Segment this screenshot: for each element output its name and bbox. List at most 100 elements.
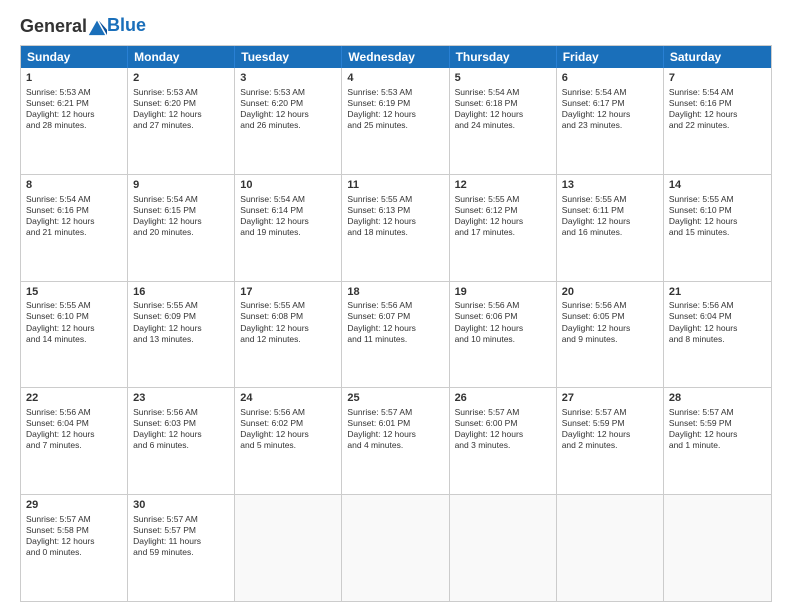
calendar-cell: 15Sunrise: 5:55 AM Sunset: 6:10 PM Dayli… [21, 282, 128, 388]
day-number: 5 [455, 71, 551, 86]
calendar-header-day: Wednesday [342, 46, 449, 68]
day-number: 4 [347, 71, 443, 86]
day-info: Sunrise: 5:53 AM Sunset: 6:20 PM Dayligh… [240, 87, 336, 131]
day-number: 25 [347, 391, 443, 406]
day-info: Sunrise: 5:55 AM Sunset: 6:13 PM Dayligh… [347, 194, 443, 238]
calendar-cell: 7Sunrise: 5:54 AM Sunset: 6:16 PM Daylig… [664, 68, 771, 174]
calendar-cell-empty [664, 495, 771, 601]
day-number: 27 [562, 391, 658, 406]
day-info: Sunrise: 5:56 AM Sunset: 6:07 PM Dayligh… [347, 300, 443, 344]
day-info: Sunrise: 5:56 AM Sunset: 6:02 PM Dayligh… [240, 407, 336, 451]
calendar-header-day: Tuesday [235, 46, 342, 68]
day-number: 14 [669, 178, 766, 193]
day-info: Sunrise: 5:57 AM Sunset: 5:59 PM Dayligh… [562, 407, 658, 451]
logo-text: GeneralBlue [20, 16, 146, 37]
day-info: Sunrise: 5:56 AM Sunset: 6:05 PM Dayligh… [562, 300, 658, 344]
header: GeneralBlue [20, 16, 772, 37]
day-info: Sunrise: 5:57 AM Sunset: 6:01 PM Dayligh… [347, 407, 443, 451]
day-info: Sunrise: 5:54 AM Sunset: 6:17 PM Dayligh… [562, 87, 658, 131]
calendar-cell: 14Sunrise: 5:55 AM Sunset: 6:10 PM Dayli… [664, 175, 771, 281]
calendar-cell: 30Sunrise: 5:57 AM Sunset: 5:57 PM Dayli… [128, 495, 235, 601]
day-info: Sunrise: 5:55 AM Sunset: 6:08 PM Dayligh… [240, 300, 336, 344]
day-info: Sunrise: 5:54 AM Sunset: 6:14 PM Dayligh… [240, 194, 336, 238]
calendar-cell: 25Sunrise: 5:57 AM Sunset: 6:01 PM Dayli… [342, 388, 449, 494]
calendar-row: 15Sunrise: 5:55 AM Sunset: 6:10 PM Dayli… [21, 282, 771, 389]
calendar-cell: 13Sunrise: 5:55 AM Sunset: 6:11 PM Dayli… [557, 175, 664, 281]
logo: GeneralBlue [20, 16, 146, 37]
calendar-cell: 27Sunrise: 5:57 AM Sunset: 5:59 PM Dayli… [557, 388, 664, 494]
day-number: 21 [669, 285, 766, 300]
day-number: 8 [26, 178, 122, 193]
calendar-cell: 21Sunrise: 5:56 AM Sunset: 6:04 PM Dayli… [664, 282, 771, 388]
calendar: SundayMondayTuesdayWednesdayThursdayFrid… [20, 45, 772, 602]
day-number: 2 [133, 71, 229, 86]
calendar-header-day: Friday [557, 46, 664, 68]
day-info: Sunrise: 5:57 AM Sunset: 5:58 PM Dayligh… [26, 514, 122, 558]
calendar-cell-empty [557, 495, 664, 601]
day-info: Sunrise: 5:53 AM Sunset: 6:20 PM Dayligh… [133, 87, 229, 131]
day-number: 22 [26, 391, 122, 406]
day-info: Sunrise: 5:56 AM Sunset: 6:06 PM Dayligh… [455, 300, 551, 344]
logo-blue: Blue [107, 15, 146, 35]
calendar-cell: 29Sunrise: 5:57 AM Sunset: 5:58 PM Dayli… [21, 495, 128, 601]
calendar-cell-empty [235, 495, 342, 601]
calendar-header: SundayMondayTuesdayWednesdayThursdayFrid… [21, 46, 771, 68]
day-number: 26 [455, 391, 551, 406]
calendar-header-day: Monday [128, 46, 235, 68]
day-info: Sunrise: 5:55 AM Sunset: 6:10 PM Dayligh… [669, 194, 766, 238]
calendar-cell: 6Sunrise: 5:54 AM Sunset: 6:17 PM Daylig… [557, 68, 664, 174]
day-number: 13 [562, 178, 658, 193]
day-number: 12 [455, 178, 551, 193]
day-info: Sunrise: 5:55 AM Sunset: 6:09 PM Dayligh… [133, 300, 229, 344]
calendar-row: 29Sunrise: 5:57 AM Sunset: 5:58 PM Dayli… [21, 495, 771, 601]
day-number: 24 [240, 391, 336, 406]
calendar-cell: 10Sunrise: 5:54 AM Sunset: 6:14 PM Dayli… [235, 175, 342, 281]
day-number: 18 [347, 285, 443, 300]
day-info: Sunrise: 5:53 AM Sunset: 6:19 PM Dayligh… [347, 87, 443, 131]
calendar-cell: 2Sunrise: 5:53 AM Sunset: 6:20 PM Daylig… [128, 68, 235, 174]
page: GeneralBlue SundayMondayTuesdayWednesday… [0, 0, 792, 612]
day-number: 10 [240, 178, 336, 193]
calendar-header-day: Saturday [664, 46, 771, 68]
day-info: Sunrise: 5:55 AM Sunset: 6:12 PM Dayligh… [455, 194, 551, 238]
logo-icon [87, 17, 107, 37]
day-number: 3 [240, 71, 336, 86]
day-number: 9 [133, 178, 229, 193]
calendar-header-day: Sunday [21, 46, 128, 68]
calendar-cell: 3Sunrise: 5:53 AM Sunset: 6:20 PM Daylig… [235, 68, 342, 174]
day-info: Sunrise: 5:57 AM Sunset: 6:00 PM Dayligh… [455, 407, 551, 451]
day-info: Sunrise: 5:53 AM Sunset: 6:21 PM Dayligh… [26, 87, 122, 131]
day-info: Sunrise: 5:54 AM Sunset: 6:16 PM Dayligh… [26, 194, 122, 238]
day-info: Sunrise: 5:55 AM Sunset: 6:10 PM Dayligh… [26, 300, 122, 344]
day-number: 1 [26, 71, 122, 86]
calendar-cell: 8Sunrise: 5:54 AM Sunset: 6:16 PM Daylig… [21, 175, 128, 281]
day-info: Sunrise: 5:54 AM Sunset: 6:16 PM Dayligh… [669, 87, 766, 131]
calendar-row: 1Sunrise: 5:53 AM Sunset: 6:21 PM Daylig… [21, 68, 771, 175]
day-number: 28 [669, 391, 766, 406]
calendar-cell: 18Sunrise: 5:56 AM Sunset: 6:07 PM Dayli… [342, 282, 449, 388]
calendar-cell: 28Sunrise: 5:57 AM Sunset: 5:59 PM Dayli… [664, 388, 771, 494]
calendar-cell: 19Sunrise: 5:56 AM Sunset: 6:06 PM Dayli… [450, 282, 557, 388]
calendar-cell-empty [450, 495, 557, 601]
day-info: Sunrise: 5:55 AM Sunset: 6:11 PM Dayligh… [562, 194, 658, 238]
day-info: Sunrise: 5:56 AM Sunset: 6:04 PM Dayligh… [669, 300, 766, 344]
day-info: Sunrise: 5:56 AM Sunset: 6:03 PM Dayligh… [133, 407, 229, 451]
day-number: 19 [455, 285, 551, 300]
calendar-cell: 4Sunrise: 5:53 AM Sunset: 6:19 PM Daylig… [342, 68, 449, 174]
calendar-header-day: Thursday [450, 46, 557, 68]
day-number: 16 [133, 285, 229, 300]
day-info: Sunrise: 5:54 AM Sunset: 6:18 PM Dayligh… [455, 87, 551, 131]
day-info: Sunrise: 5:57 AM Sunset: 5:57 PM Dayligh… [133, 514, 229, 558]
calendar-cell-empty [342, 495, 449, 601]
calendar-cell: 24Sunrise: 5:56 AM Sunset: 6:02 PM Dayli… [235, 388, 342, 494]
day-number: 30 [133, 498, 229, 513]
calendar-cell: 11Sunrise: 5:55 AM Sunset: 6:13 PM Dayli… [342, 175, 449, 281]
calendar-cell: 17Sunrise: 5:55 AM Sunset: 6:08 PM Dayli… [235, 282, 342, 388]
calendar-cell: 12Sunrise: 5:55 AM Sunset: 6:12 PM Dayli… [450, 175, 557, 281]
calendar-row: 8Sunrise: 5:54 AM Sunset: 6:16 PM Daylig… [21, 175, 771, 282]
calendar-row: 22Sunrise: 5:56 AM Sunset: 6:04 PM Dayli… [21, 388, 771, 495]
day-number: 29 [26, 498, 122, 513]
calendar-cell: 9Sunrise: 5:54 AM Sunset: 6:15 PM Daylig… [128, 175, 235, 281]
calendar-cell: 5Sunrise: 5:54 AM Sunset: 6:18 PM Daylig… [450, 68, 557, 174]
calendar-body: 1Sunrise: 5:53 AM Sunset: 6:21 PM Daylig… [21, 68, 771, 601]
